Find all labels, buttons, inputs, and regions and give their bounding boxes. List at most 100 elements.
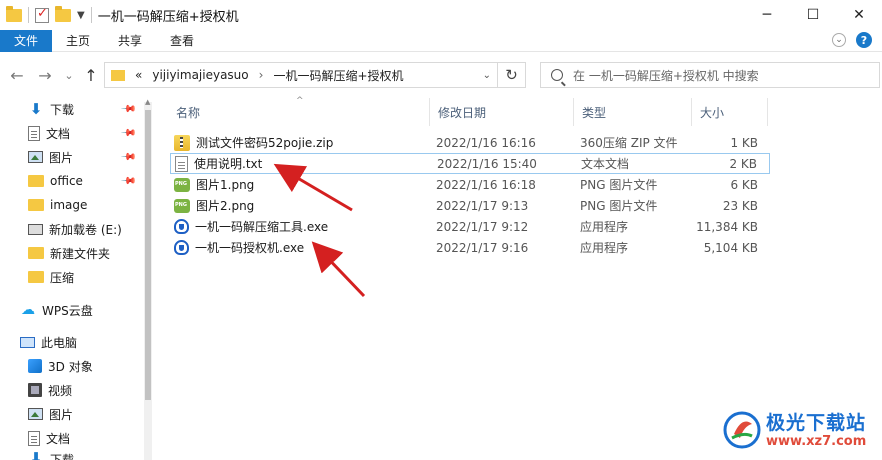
- sidebar-item-label: 图片: [49, 150, 74, 165]
- watermark-title: 极光下载站: [766, 412, 867, 434]
- file-date: 2022/1/16 16:16: [436, 135, 536, 150]
- refresh-button[interactable]: ↻: [498, 62, 526, 88]
- quick-access-toolbar: ▼: [0, 5, 92, 23]
- file-name: 使用说明.txt: [194, 157, 263, 171]
- file-date: 2022/1/16 16:18: [436, 177, 536, 192]
- png-icon: [174, 177, 190, 192]
- column-header-type[interactable]: 类型: [574, 98, 692, 126]
- file-type: PNG 图片文件: [580, 199, 658, 213]
- minimize-button[interactable]: ─: [744, 0, 790, 30]
- sidebar-item-label: WPS云盘: [42, 303, 93, 318]
- file-name-cell: 测试文件密码52pojie.zip: [174, 134, 333, 151]
- column-header-label: 大小: [700, 105, 725, 120]
- file-date: 2022/1/16 15:40: [437, 156, 537, 171]
- expand-ribbon-chevron-icon[interactable]: ⌄: [832, 33, 846, 47]
- scroll-up-arrow-icon[interactable]: ▲: [145, 98, 150, 106]
- breadcrumb-separator-icon[interactable]: ›: [259, 68, 264, 82]
- breadcrumb-item[interactable]: 一机一码解压缩+授权机: [273, 67, 403, 84]
- column-header-name[interactable]: 名称: [168, 98, 430, 126]
- file-row[interactable]: 图片2.png 2022/1/17 9:13 PNG 图片文件 23 KB: [170, 195, 770, 216]
- sidebar-item-label: office: [50, 174, 83, 188]
- picture-icon: [28, 151, 43, 163]
- file-row-selected[interactable]: 使用说明.txt 2022/1/16 15:40 文本文档 2 KB: [170, 153, 770, 174]
- file-name: 一机一码解压缩工具.exe: [195, 220, 329, 234]
- up-button[interactable]: ↑: [78, 62, 104, 88]
- customize-toolbar-chevron-down-icon[interactable]: ▼: [77, 10, 85, 21]
- file-name-cell: 一机一码解压缩工具.exe: [174, 218, 328, 235]
- column-header-label: 修改日期: [438, 105, 487, 120]
- file-name: 图片1.png: [196, 178, 255, 192]
- folder-icon: [28, 175, 44, 187]
- sidebar-item-label: 图片: [49, 407, 74, 422]
- file-name-cell: 图片2.png: [174, 197, 254, 214]
- sidebar-item-label: 此电脑: [41, 335, 78, 350]
- sidebar-item-label: 视频: [48, 383, 73, 398]
- exe-icon: [174, 240, 189, 255]
- file-type: 360压缩 ZIP 文件: [580, 136, 678, 150]
- watermark-logo-icon: [723, 411, 761, 449]
- address-dropdown-chevron-icon[interactable]: ⌄: [483, 70, 491, 81]
- column-header-label: 名称: [176, 105, 201, 120]
- toolbar-separator: [28, 7, 29, 23]
- file-type: PNG 图片文件: [580, 178, 658, 192]
- file-type: 文本文档: [581, 157, 630, 171]
- tab-file[interactable]: 文件: [0, 29, 53, 52]
- navigation-bar: ← → ⌄ ↑ « yijiyimajieyasuo › 一机一码解压缩+授权机…: [0, 52, 882, 98]
- properties-icon[interactable]: [35, 6, 49, 23]
- file-type: 应用程序: [580, 241, 629, 255]
- search-input[interactable]: 在 一机一码解压缩+授权机 中搜索: [540, 62, 880, 88]
- watermark-url: www.xz7.com: [766, 434, 867, 449]
- drive-icon: [28, 223, 43, 235]
- file-row[interactable]: 测试文件密码52pojie.zip 2022/1/16 16:16 360压缩 …: [170, 132, 770, 153]
- search-icon: [551, 69, 563, 81]
- computer-icon: [20, 336, 35, 348]
- sidebar-item-label: 下载: [50, 453, 75, 460]
- column-header-date[interactable]: 修改日期: [430, 98, 574, 126]
- file-type: 应用程序: [580, 220, 629, 234]
- sidebar-item-wps-cloud[interactable]: ☁ WPS云盘: [20, 299, 160, 321]
- breadcrumb-overflow[interactable]: «: [135, 68, 142, 82]
- new-folder-icon[interactable]: [55, 5, 71, 22]
- back-button[interactable]: ←: [4, 62, 30, 88]
- sidebar-scrollbar-thumb[interactable]: [145, 110, 151, 400]
- 3d-objects-icon: [28, 359, 42, 373]
- file-size: 2 KB: [729, 156, 757, 171]
- window-controls: ─ ☐ ✕: [744, 0, 882, 30]
- watermark: 极光下载站 www.xz7.com: [722, 406, 872, 456]
- exe-icon: [174, 219, 189, 234]
- forward-button[interactable]: →: [32, 62, 58, 88]
- window-title: 一机一码解压缩+授权机: [97, 9, 239, 25]
- sidebar-item-label: 新建文件夹: [50, 246, 111, 261]
- tab-view[interactable]: 查看: [156, 30, 208, 52]
- tab-share[interactable]: 共享: [104, 30, 156, 52]
- maximize-button[interactable]: ☐: [790, 0, 836, 30]
- toolbar-separator: [90, 7, 92, 23]
- folder-icon: [28, 199, 44, 211]
- address-bar[interactable]: « yijiyimajieyasuo › 一机一码解压缩+授权机 ⌄: [104, 62, 498, 88]
- sidebar-item-label: 3D 对象: [48, 359, 93, 374]
- sidebar-item-label: image: [50, 198, 88, 212]
- file-row[interactable]: 图片1.png 2022/1/16 16:18 PNG 图片文件 6 KB: [170, 174, 770, 195]
- navigation-pane: ⬇ 下载 📌 文档 📌 图片 📌 office 📌 image 新加载卷 (E:…: [0, 98, 152, 460]
- close-button[interactable]: ✕: [836, 0, 882, 30]
- file-size: 11,384 KB: [696, 219, 758, 234]
- download-icon: ⬇: [29, 451, 43, 460]
- title-bar: ▼ 一机一码解压缩+授权机 ─ ☐ ✕: [0, 0, 882, 30]
- zip-icon: [174, 134, 190, 151]
- picture-icon: [28, 408, 43, 420]
- file-row[interactable]: 一机一码授权机.exe 2022/1/17 9:16 应用程序 5,104 KB: [170, 237, 770, 258]
- file-name-cell: 图片1.png: [174, 176, 254, 193]
- file-row[interactable]: 一机一码解压缩工具.exe 2022/1/17 9:12 应用程序 11,384…: [170, 216, 770, 237]
- help-icon[interactable]: ?: [856, 32, 872, 48]
- sidebar-item-label: 文档: [46, 431, 71, 446]
- column-header-size[interactable]: 大小: [692, 98, 768, 126]
- png-icon: [174, 198, 190, 213]
- breadcrumb-item[interactable]: yijiyimajieyasuo: [152, 68, 248, 82]
- tab-home[interactable]: 主页: [52, 30, 104, 52]
- file-date: 2022/1/17 9:16: [436, 240, 529, 255]
- file-size: 1 KB: [730, 135, 758, 150]
- file-date: 2022/1/17 9:13: [436, 198, 529, 213]
- file-name: 图片2.png: [196, 199, 255, 213]
- file-size: 23 KB: [722, 198, 758, 213]
- sidebar-item-this-pc[interactable]: 此电脑: [20, 331, 160, 353]
